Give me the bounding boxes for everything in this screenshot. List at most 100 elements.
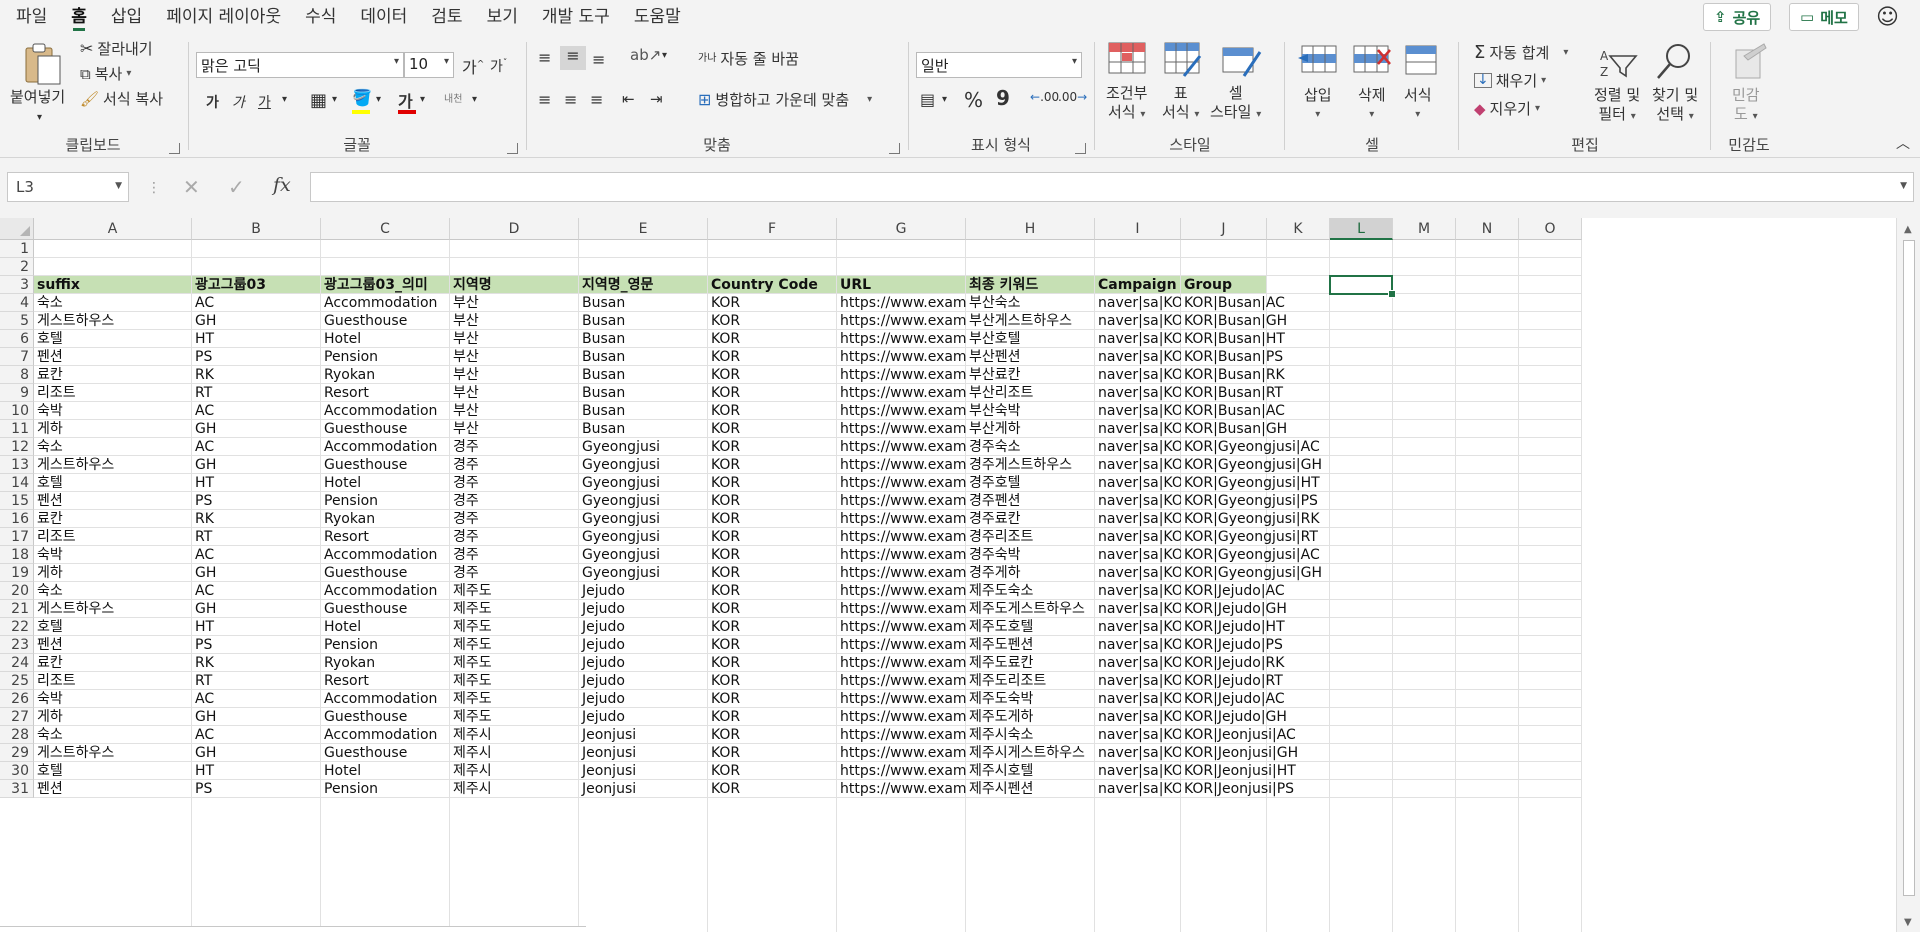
table-cell[interactable]: 부산숙박 bbox=[966, 402, 1095, 420]
expand-formula-bar-icon[interactable]: ▼ bbox=[1900, 181, 1907, 191]
table-cell[interactable]: https://www.example.co.kr bbox=[837, 672, 966, 690]
column-header[interactable]: O bbox=[1519, 218, 1582, 240]
table-cell[interactable]: Gyeongjusi bbox=[579, 456, 708, 474]
table-cell[interactable]: Busan bbox=[579, 348, 708, 366]
table-cell[interactable]: KOR|Gyeongjusi|PS bbox=[1181, 492, 1330, 510]
header-cell[interactable]: Country Code bbox=[708, 276, 837, 294]
row-header[interactable]: 28 bbox=[0, 726, 34, 744]
table-cell[interactable]: 제주시 bbox=[450, 726, 579, 744]
table-cell[interactable]: Busan bbox=[579, 366, 708, 384]
scrollbar-thumb[interactable] bbox=[1903, 240, 1915, 896]
table-cell[interactable]: AC bbox=[192, 726, 321, 744]
align-center-icon[interactable]: ≡ bbox=[564, 90, 577, 109]
row-header[interactable]: 20 bbox=[0, 582, 34, 600]
menu-tab[interactable]: 삽입 bbox=[99, 0, 154, 34]
name-box[interactable]: L3 ▼ bbox=[7, 172, 129, 202]
borders-icon[interactable]: ▦ bbox=[310, 90, 327, 111]
header-cell[interactable]: 최종 키워드 bbox=[966, 276, 1095, 294]
table-cell[interactable]: naver|sa|KOR bbox=[1095, 690, 1181, 708]
table-cell[interactable]: 부산 bbox=[450, 384, 579, 402]
table-cell[interactable]: 제주도 bbox=[450, 690, 579, 708]
table-cell[interactable]: KOR bbox=[708, 762, 837, 780]
phonetic-guide-button[interactable]: 내천 bbox=[444, 90, 462, 105]
row-header[interactable]: 4 bbox=[0, 294, 34, 312]
chevron-down-icon[interactable]: ▾ bbox=[942, 94, 947, 105]
table-cell[interactable]: naver|sa|KOR bbox=[1095, 654, 1181, 672]
table-cell[interactable]: 제주도 bbox=[450, 582, 579, 600]
italic-button[interactable]: 가 bbox=[232, 92, 245, 112]
table-cell[interactable]: KOR|Jeonjusi|GH bbox=[1181, 744, 1330, 762]
table-cell[interactable]: naver|sa|KOR bbox=[1095, 402, 1181, 420]
table-cell[interactable]: GH bbox=[192, 456, 321, 474]
row-header[interactable]: 27 bbox=[0, 708, 34, 726]
scroll-up-icon[interactable]: ▲ bbox=[1904, 224, 1912, 235]
table-cell[interactable]: 부산 bbox=[450, 330, 579, 348]
table-cell[interactable]: KOR bbox=[708, 618, 837, 636]
row-header[interactable]: 17 bbox=[0, 528, 34, 546]
table-cell[interactable]: KOR bbox=[708, 672, 837, 690]
table-cell[interactable]: Jejudo bbox=[579, 618, 708, 636]
table-cell[interactable]: naver|sa|KOR bbox=[1095, 438, 1181, 456]
table-cell[interactable]: 게하 bbox=[34, 564, 192, 582]
menu-tab[interactable]: 페이지 레이아웃 bbox=[154, 0, 293, 34]
table-cell[interactable]: KOR|Gyeongjusi|GH bbox=[1181, 564, 1330, 582]
table-cell[interactable]: 료칸 bbox=[34, 654, 192, 672]
row-header[interactable]: 13 bbox=[0, 456, 34, 474]
table-cell[interactable]: 숙소 bbox=[34, 294, 192, 312]
table-cell[interactable]: Jeonjusi bbox=[579, 780, 708, 798]
table-cell[interactable]: naver|sa|KOR bbox=[1095, 528, 1181, 546]
table-cell[interactable]: PS bbox=[192, 636, 321, 654]
table-cell[interactable]: 제주도 bbox=[450, 600, 579, 618]
comma-style-button[interactable]: 9 bbox=[996, 86, 1010, 110]
column-header[interactable]: B bbox=[192, 218, 321, 240]
table-cell[interactable]: KOR|Jeonjusi|HT bbox=[1181, 762, 1330, 780]
table-cell[interactable]: 숙소 bbox=[34, 726, 192, 744]
chevron-down-icon[interactable]: ▾ bbox=[420, 94, 425, 105]
table-cell[interactable]: KOR|Busan|GH bbox=[1181, 312, 1330, 330]
table-cell[interactable]: KOR|Busan|AC bbox=[1181, 294, 1330, 312]
table-cell[interactable]: 부산게하 bbox=[966, 420, 1095, 438]
row-header[interactable]: 12 bbox=[0, 438, 34, 456]
table-cell[interactable]: KOR|Jejudo|RK bbox=[1181, 654, 1330, 672]
table-cell[interactable]: RT bbox=[192, 672, 321, 690]
table-cell[interactable]: Jejudo bbox=[579, 690, 708, 708]
table-cell[interactable]: Busan bbox=[579, 384, 708, 402]
table-cell[interactable]: KOR bbox=[708, 528, 837, 546]
table-cell[interactable]: KOR|Busan|GH bbox=[1181, 420, 1330, 438]
paste-dropdown-icon[interactable]: ▾ bbox=[37, 108, 42, 127]
row-header[interactable]: 16 bbox=[0, 510, 34, 528]
table-cell[interactable]: PS bbox=[192, 492, 321, 510]
table-cell[interactable]: https://www.example.co.kr bbox=[837, 420, 966, 438]
table-cell[interactable]: Jejudo bbox=[579, 600, 708, 618]
table-cell[interactable]: Gyeongjusi bbox=[579, 546, 708, 564]
column-header[interactable]: C bbox=[321, 218, 450, 240]
table-cell[interactable]: AC bbox=[192, 690, 321, 708]
table-cell[interactable]: KOR bbox=[708, 744, 837, 762]
underline-button[interactable]: 가 bbox=[258, 92, 271, 112]
table-cell[interactable]: 리조트 bbox=[34, 528, 192, 546]
autosum-button[interactable]: Σ 자동 합계 ▾ bbox=[1474, 42, 1568, 63]
table-cell[interactable]: naver|sa|KOR bbox=[1095, 330, 1181, 348]
table-cell[interactable]: 부산 bbox=[450, 348, 579, 366]
table-cell[interactable]: naver|sa|KOR bbox=[1095, 726, 1181, 744]
table-cell[interactable]: naver|sa|KOR bbox=[1095, 744, 1181, 762]
table-cell[interactable]: 경주게스트하우스 bbox=[966, 456, 1095, 474]
table-cell[interactable]: 펜션 bbox=[34, 780, 192, 798]
row-header[interactable]: 9 bbox=[0, 384, 34, 402]
table-cell[interactable]: HT bbox=[192, 330, 321, 348]
row-header[interactable]: 11 bbox=[0, 420, 34, 438]
table-cell[interactable]: 게하 bbox=[34, 708, 192, 726]
table-cell[interactable]: Busan bbox=[579, 294, 708, 312]
table-cell[interactable]: KOR|Jejudo|GH bbox=[1181, 708, 1330, 726]
table-cell[interactable]: Jejudo bbox=[579, 672, 708, 690]
table-cell[interactable]: HT bbox=[192, 474, 321, 492]
table-cell[interactable]: 호텔 bbox=[34, 474, 192, 492]
table-cell[interactable]: 경주 bbox=[450, 528, 579, 546]
table-cell[interactable]: 숙소 bbox=[34, 582, 192, 600]
table-cell[interactable]: https://www.example.co.kr bbox=[837, 294, 966, 312]
table-cell[interactable]: KOR bbox=[708, 402, 837, 420]
table-cell[interactable]: 리조트 bbox=[34, 384, 192, 402]
table-cell[interactable]: 부산 bbox=[450, 312, 579, 330]
table-cell[interactable]: KOR|Jeonjusi|PS bbox=[1181, 780, 1330, 798]
table-cell[interactable]: RT bbox=[192, 384, 321, 402]
